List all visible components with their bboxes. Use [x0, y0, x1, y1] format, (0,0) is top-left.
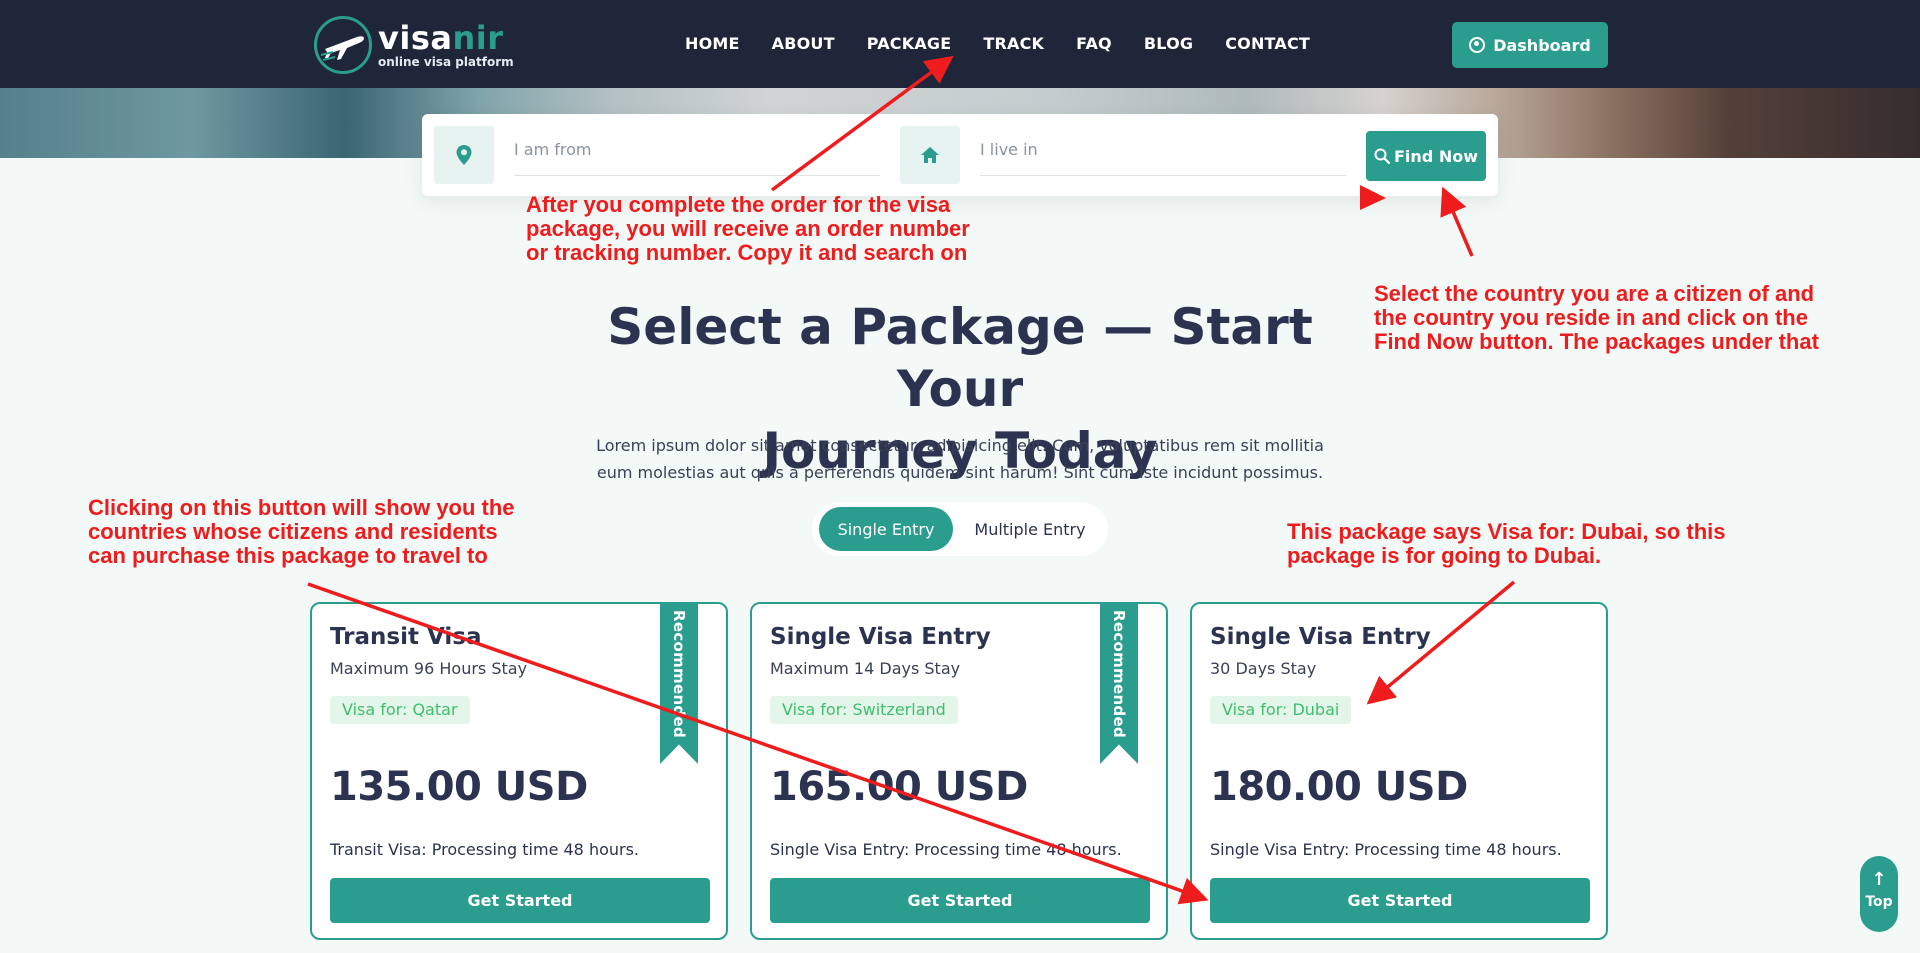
package-stay: Maximum 96 Hours Stay	[330, 659, 528, 678]
search-panel: I am from I live in Find Now	[422, 114, 1498, 196]
get-started-button[interactable]: Get Started	[770, 878, 1150, 923]
package-title: Single Visa Entry	[1210, 624, 1431, 650]
package-price: 135.00 USD	[330, 764, 588, 810]
package-note: Single Visa Entry: Processing time 48 ho…	[770, 840, 1122, 859]
residence-country-select[interactable]: I live in	[980, 124, 1346, 176]
package-note: Single Visa Entry: Processing time 48 ho…	[1210, 840, 1562, 859]
find-now-button[interactable]: Find Now	[1366, 131, 1486, 181]
annotation-find-now: Select the country you are a citizen of …	[1374, 281, 1819, 354]
arrow-to-find-now	[1440, 186, 1474, 257]
home-icon	[900, 126, 960, 184]
brand-tagline: online visa platform	[378, 55, 514, 69]
package-stay: Maximum 14 Days Stay	[770, 659, 961, 678]
package-card: Transit Visa Maximum 96 Hours Stay Visa …	[310, 602, 728, 940]
visa-for-badge: Visa for: Qatar	[330, 696, 470, 724]
package-note: Transit Visa: Processing time 48 hours.	[330, 840, 640, 859]
scroll-top-button[interactable]: ↑ Top	[1860, 856, 1898, 932]
dashboard-label: Dashboard	[1493, 35, 1591, 55]
package-price: 165.00 USD	[770, 764, 1028, 810]
dashboard-button[interactable]: Dashboard	[1452, 22, 1608, 68]
get-started-button[interactable]: Get Started	[1210, 878, 1590, 923]
recommended-ribbon: Recommended	[1100, 604, 1138, 764]
package-card: Single Visa Entry Maximum 14 Days Stay V…	[750, 602, 1168, 940]
nav-package[interactable]: PACKAGE	[867, 34, 952, 53]
arrow-up-icon: ↑	[1871, 869, 1887, 890]
nav-contact[interactable]: CONTACT	[1225, 34, 1310, 53]
location-pin-icon	[434, 126, 494, 184]
tab-multiple-entry[interactable]: Multiple Entry	[960, 507, 1100, 551]
main-menu: HOME ABOUT PACKAGE TRACK FAQ BLOG CONTAC…	[685, 34, 1342, 53]
scroll-top-label: Top	[1865, 894, 1893, 910]
entry-type-toggle: Single Entry Multiple Entry	[812, 502, 1108, 556]
annotation-get-started: Clicking on this button will show you th…	[88, 495, 515, 568]
section-description: Lorem ipsum dolor sit amet consectetur, …	[596, 436, 1324, 482]
package-price: 180.00 USD	[1210, 764, 1468, 810]
nav-track[interactable]: TRACK	[983, 34, 1044, 53]
tab-single-entry[interactable]: Single Entry	[819, 507, 953, 551]
from-country-select[interactable]: I am from	[514, 124, 880, 176]
nav-about[interactable]: ABOUT	[772, 34, 835, 53]
nav-faq[interactable]: FAQ	[1076, 34, 1112, 53]
package-stay: 30 Days Stay	[1210, 659, 1317, 678]
visa-for-badge: Visa for: Switzerland	[770, 696, 958, 724]
visa-for-badge: Visa for: Dubai	[1210, 696, 1352, 724]
search-icon	[1374, 148, 1390, 164]
brand-name: visanir	[378, 19, 504, 57]
package-card: Single Visa Entry 30 Days Stay Visa for:…	[1190, 602, 1608, 940]
airplane-icon	[314, 16, 372, 74]
brand-logo[interactable]: visanir online visa platform	[314, 16, 514, 74]
recommended-ribbon: Recommended	[660, 604, 698, 764]
package-title: Transit Visa	[330, 624, 482, 650]
user-circle-icon	[1469, 37, 1486, 53]
package-title: Single Visa Entry	[770, 624, 991, 650]
find-now-label: Find Now	[1394, 146, 1478, 166]
nav-home[interactable]: HOME	[685, 34, 740, 53]
annotation-track: After you complete the order for the vis…	[526, 192, 970, 265]
nav-blog[interactable]: BLOG	[1144, 34, 1193, 53]
top-navbar: visanir online visa platform HOME ABOUT …	[0, 0, 1920, 88]
annotation-dubai: This package says Visa for: Dubai, so th…	[1287, 519, 1726, 568]
get-started-button[interactable]: Get Started	[330, 878, 710, 923]
